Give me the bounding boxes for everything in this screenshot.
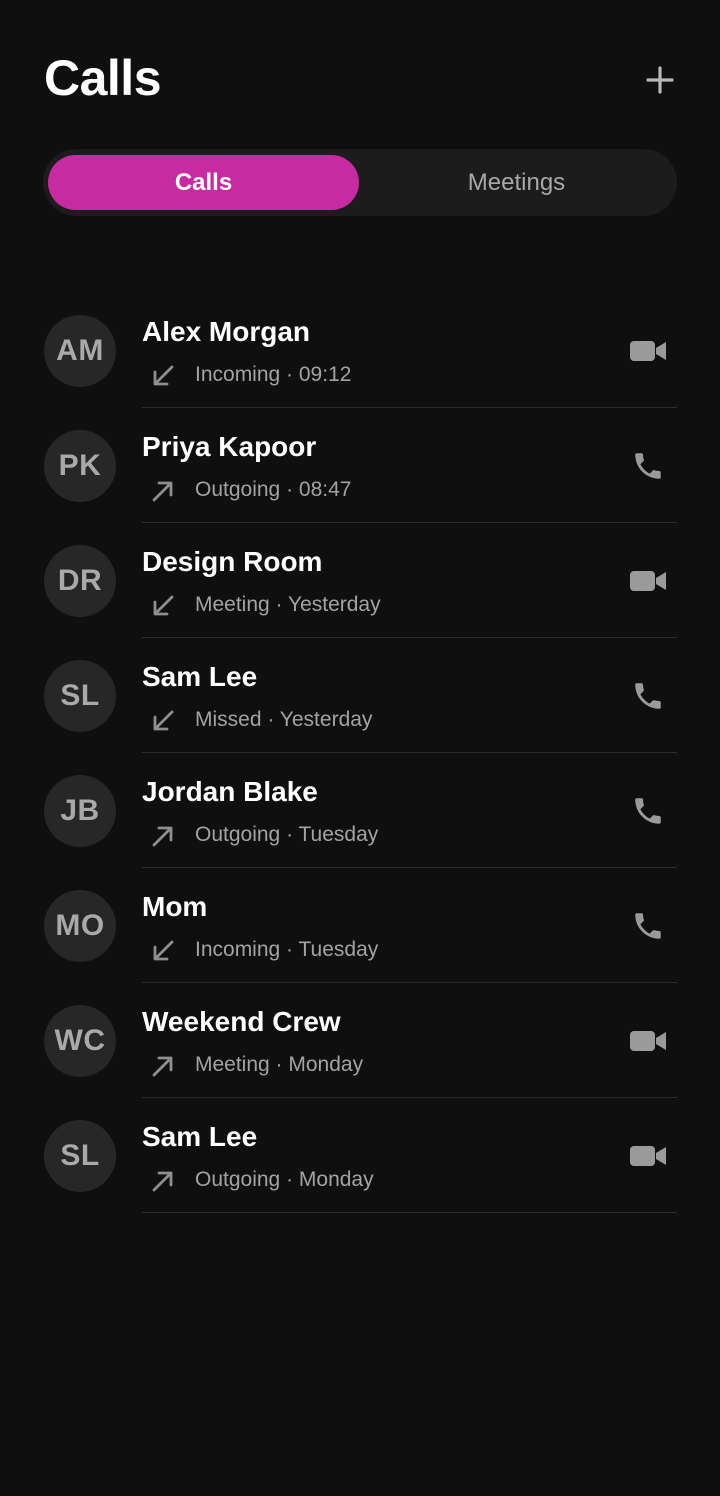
phone-icon[interactable] xyxy=(628,678,668,714)
outgoing-arrow-icon xyxy=(150,823,176,849)
avatar: AM xyxy=(44,315,116,387)
call-detail: Meeting · Yesterday xyxy=(195,593,381,616)
incoming-arrow-icon xyxy=(150,938,176,964)
call-row[interactable]: MO Mom Incoming · Tuesday xyxy=(0,868,720,983)
calls-meetings-toggle: Calls Meetings xyxy=(43,149,677,216)
avatar: SL xyxy=(44,1120,116,1192)
phone-icon[interactable] xyxy=(628,908,668,944)
row-divider xyxy=(142,1212,677,1213)
avatar: WC xyxy=(44,1005,116,1077)
call-row[interactable]: WC Weekend Crew Meeting · Monday xyxy=(0,983,720,1098)
video-camera-icon[interactable] xyxy=(628,1138,668,1174)
avatar: JB xyxy=(44,775,116,847)
incoming-arrow-icon xyxy=(150,708,176,734)
video-camera-icon[interactable] xyxy=(628,1023,668,1059)
contact-name: Alex Morgan xyxy=(142,316,311,347)
call-detail: Meeting · Monday xyxy=(195,1053,364,1076)
call-row[interactable]: JB Jordan Blake Outgoing · Tuesday xyxy=(0,753,720,868)
contact-name: Sam Lee xyxy=(142,661,258,692)
header: Calls xyxy=(44,48,678,112)
contact-name: Mom xyxy=(142,891,208,922)
call-row[interactable]: SL Sam Lee Missed · Yesterday xyxy=(0,638,720,753)
call-row[interactable]: AM Alex Morgan Incoming · 09:12 xyxy=(0,293,720,408)
call-row[interactable]: SL Sam Lee Outgoing · Monday xyxy=(0,1098,720,1213)
video-camera-icon[interactable] xyxy=(628,333,668,369)
phone-icon[interactable] xyxy=(628,448,668,484)
contact-name: Priya Kapoor xyxy=(142,431,317,462)
contact-name: Weekend Crew xyxy=(142,1006,341,1037)
phone-icon[interactable] xyxy=(628,793,668,829)
avatar: PK xyxy=(44,430,116,502)
tab-calls[interactable]: Calls xyxy=(48,155,359,210)
call-row[interactable]: PK Priya Kapoor Outgoing · 08:47 xyxy=(0,408,720,523)
call-detail: Missed · Yesterday xyxy=(195,708,373,731)
call-detail: Outgoing · Monday xyxy=(195,1168,374,1191)
incoming-arrow-icon xyxy=(150,593,176,619)
call-detail: Outgoing · 08:47 xyxy=(195,478,352,501)
tab-meetings[interactable]: Meetings xyxy=(361,155,672,210)
page-title: Calls xyxy=(44,50,162,106)
outgoing-arrow-icon xyxy=(150,478,176,504)
incoming-arrow-icon xyxy=(150,363,176,389)
contact-name: Design Room xyxy=(142,546,323,577)
contact-name: Sam Lee xyxy=(142,1121,258,1152)
video-camera-icon[interactable] xyxy=(628,563,668,599)
add-call-button[interactable] xyxy=(642,62,678,98)
call-detail: Outgoing · Tuesday xyxy=(195,823,379,846)
call-detail: Incoming · Tuesday xyxy=(195,938,379,961)
avatar: MO xyxy=(44,890,116,962)
avatar: DR xyxy=(44,545,116,617)
outgoing-arrow-icon xyxy=(150,1168,176,1194)
call-list: AM Alex Morgan Incoming · 09:12 PK Priya… xyxy=(0,293,720,1213)
call-detail: Incoming · 09:12 xyxy=(195,363,352,386)
plus-icon xyxy=(646,66,674,94)
avatar: SL xyxy=(44,660,116,732)
call-row[interactable]: DR Design Room Meeting · Yesterday xyxy=(0,523,720,638)
outgoing-arrow-icon xyxy=(150,1053,176,1079)
contact-name: Jordan Blake xyxy=(142,776,318,807)
